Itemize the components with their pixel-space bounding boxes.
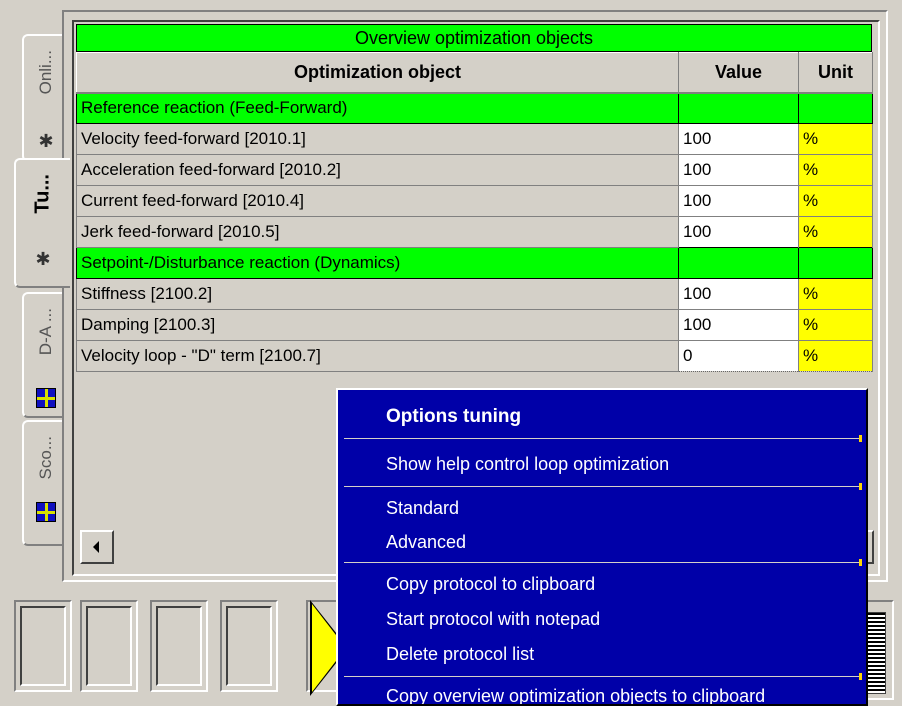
menu-item-standard[interactable]: Standard <box>386 498 459 519</box>
scroll-left-button[interactable] <box>80 530 114 564</box>
section-label: Setpoint-/Disturbance reaction (Dynamics… <box>76 247 679 279</box>
menu-separator <box>344 435 862 442</box>
menu-item-delete-protocol[interactable]: Delete protocol list <box>386 644 534 665</box>
object-name: Stiffness [2100.2] <box>76 278 679 310</box>
value-cell[interactable]: 0 <box>678 340 799 372</box>
optimization-grid: Overview optimization objects Optimizati… <box>76 24 873 372</box>
table-row[interactable]: Velocity feed-forward [2010.1] 100 % <box>76 123 873 155</box>
unit-cell: % <box>798 309 873 341</box>
menu-separator <box>344 559 862 566</box>
unit-cell: % <box>798 154 873 186</box>
toolbar-button-3[interactable] <box>150 600 208 692</box>
object-name: Damping [2100.3] <box>76 309 679 341</box>
grid-icon <box>36 502 56 522</box>
menu-item-show-help[interactable]: Show help control loop optimization <box>386 454 669 475</box>
value-cell[interactable]: 100 <box>678 154 799 186</box>
object-name: Current feed-forward [2010.4] <box>76 185 679 217</box>
unit-cell: % <box>798 278 873 310</box>
table-row[interactable]: Current feed-forward [2010.4] 100 % <box>76 185 873 217</box>
menu-separator <box>344 673 862 680</box>
column-header-unit[interactable]: Unit <box>798 52 873 94</box>
menu-item-copy-overview[interactable]: Copy overview optimization objects to cl… <box>386 686 765 704</box>
menu-item-start-protocol-notepad[interactable]: Start protocol with notepad <box>386 609 600 630</box>
unit-cell: % <box>798 123 873 155</box>
table-header-row: Optimization object Value Unit <box>76 52 873 94</box>
unit-cell: % <box>798 340 873 372</box>
object-name: Velocity loop - "D" term [2100.7] <box>76 340 679 372</box>
unit-cell: % <box>798 185 873 217</box>
menu-item-copy-protocol[interactable]: Copy protocol to clipboard <box>386 574 595 595</box>
tab-d-a-label: D-A ... <box>36 308 55 356</box>
column-header-object[interactable]: Optimization object <box>76 52 679 94</box>
tab-tuning[interactable]: Tu... ✱ <box>14 158 70 288</box>
table-row[interactable]: Stiffness [2100.2] 100 % <box>76 278 873 310</box>
table-row[interactable]: Velocity loop - "D" term [2100.7] 0 % <box>76 340 873 372</box>
section-row: Setpoint-/Disturbance reaction (Dynamics… <box>76 247 873 279</box>
menu-item-advanced[interactable]: Advanced <box>386 532 466 553</box>
object-name: Velocity feed-forward [2010.1] <box>76 123 679 155</box>
grid-icon <box>36 388 56 408</box>
arrow-left-icon <box>93 541 99 553</box>
section-row: Reference reaction (Feed-Forward) <box>76 92 873 124</box>
value-cell[interactable]: 100 <box>678 278 799 310</box>
tab-online-label: Onli... <box>36 50 55 95</box>
object-name: Jerk feed-forward [2010.5] <box>76 216 679 248</box>
menu-separator <box>344 483 862 490</box>
toolbar-button-2[interactable] <box>80 600 138 692</box>
toolbar-button-4[interactable] <box>220 600 278 692</box>
toolbar-button-1[interactable] <box>14 600 72 692</box>
column-header-value[interactable]: Value <box>678 52 799 94</box>
table-row[interactable]: Jerk feed-forward [2010.5] 100 % <box>76 216 873 248</box>
optimization-table: Optimization object Value Unit Reference… <box>76 52 873 372</box>
unit-cell: % <box>798 216 873 248</box>
object-name: Acceleration feed-forward [2010.2] <box>76 154 679 186</box>
tab-tuning-label: Tu... <box>31 174 54 214</box>
value-cell[interactable]: 100 <box>678 123 799 155</box>
options-tuning-menu: Options tuning Show help control loop op… <box>336 388 868 706</box>
grid-title: Overview optimization objects <box>76 24 872 52</box>
value-cell[interactable]: 100 <box>678 216 799 248</box>
menu-header: Options tuning <box>386 406 522 427</box>
table-row[interactable]: Damping [2100.3] 100 % <box>76 309 873 341</box>
gear-icon: ✱ <box>38 131 54 151</box>
value-cell[interactable]: 100 <box>678 309 799 341</box>
table-row[interactable]: Acceleration feed-forward [2010.2] 100 % <box>76 154 873 186</box>
value-cell[interactable]: 100 <box>678 185 799 217</box>
gear-icon: ✱ <box>35 249 51 269</box>
section-label: Reference reaction (Feed-Forward) <box>76 92 679 124</box>
tab-scope-label: Sco... <box>36 436 55 480</box>
